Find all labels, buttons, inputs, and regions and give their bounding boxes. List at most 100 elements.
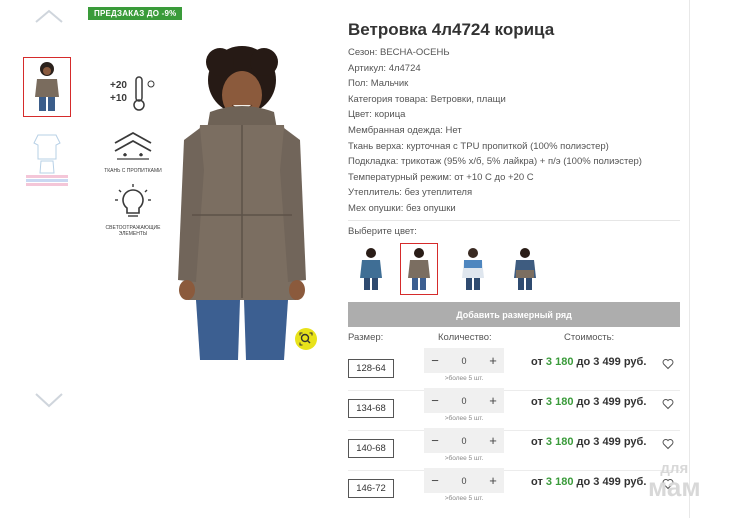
price-prefix: от <box>531 356 543 368</box>
attr-season: Сезон: ВЕСНА-ОСЕНЬ <box>348 47 450 58</box>
decrement-button[interactable]: − <box>424 393 446 408</box>
watermark-logo: для мам <box>648 461 701 502</box>
stock-note: >более 5 шт. <box>444 415 484 422</box>
price-min: 3 180 <box>545 396 574 408</box>
color-swatches <box>348 243 683 295</box>
size-header: Размер: <box>348 332 384 343</box>
increment-button[interactable]: + <box>482 473 504 488</box>
attr-temperature: Температурный режим: от +10 С до +20 С <box>348 171 534 183</box>
chevron-down-icon[interactable] <box>34 392 64 412</box>
price-max: 3 499 <box>593 396 621 408</box>
svg-text:+20: +20 <box>110 80 127 91</box>
price-mid: до <box>576 356 591 368</box>
size-value: 134-68 <box>348 399 394 418</box>
price-prefix: от <box>531 436 543 448</box>
thumbnail-product-photo[interactable] <box>23 57 71 117</box>
heart-icon[interactable] <box>662 358 674 370</box>
table-row: 146-72 − 0 + >более 5 шт. от 3 180 до 3 … <box>348 468 683 508</box>
attr-lining: Подкладка: трикотаж (95% х/б, 5% лайкра)… <box>348 156 642 168</box>
quantity-stepper: − 0 + <box>424 428 504 453</box>
quantity-stepper: − 0 + <box>424 348 504 373</box>
attr-article: Артикул: 4л4724 <box>348 62 421 74</box>
color-swatch-cinnamon[interactable] <box>400 243 438 295</box>
thumbnail-column <box>20 0 76 518</box>
price-currency: руб. <box>623 396 647 408</box>
price-range: от 3 180 до 3 499 руб. <box>531 396 646 408</box>
quantity-value[interactable]: 0 <box>446 436 482 446</box>
lightbulb-icon <box>115 184 151 217</box>
temperature-feature: +20 +10 <box>104 74 162 119</box>
price-max: 3 499 <box>593 476 621 488</box>
feature-icons: +20 +10 ТКАНЬ С ПРОПИТКАМИ СВЕТООТРАЖАЮЩ… <box>104 74 162 247</box>
table-row: 128-64 − 0 + >более 5 шт. от 3 180 до 3 … <box>348 348 683 391</box>
water-repellent-icon <box>114 131 152 160</box>
svg-text:+10: +10 <box>110 93 127 104</box>
size-value: 146-72 <box>348 479 394 498</box>
heart-icon[interactable] <box>662 438 674 450</box>
zoom-icon <box>299 332 313 346</box>
price-min: 3 180 <box>545 476 574 488</box>
stock-note: >более 5 шт. <box>444 495 484 502</box>
price-currency: руб. <box>623 436 647 448</box>
attr-outer-fabric: Ткань верха: курточная с TPU пропиткой (… <box>348 140 609 152</box>
stock-note: >более 5 шт. <box>444 455 484 462</box>
decrement-button[interactable]: − <box>424 473 446 488</box>
thermometer-icon: +20 +10 <box>110 76 155 111</box>
attr-color: Цвет: корица <box>348 109 406 121</box>
color-swatch-blue-brown[interactable] <box>506 243 544 295</box>
promo-badge: ПРЕДЗАКАЗ ДО -9% <box>88 7 183 20</box>
water-repellent-feature: ТКАНЬ С ПРОПИТКАМИ <box>104 129 162 174</box>
increment-button[interactable]: + <box>482 433 504 448</box>
add-size-row-button[interactable]: Добавить размерный ряд <box>348 302 680 327</box>
price-prefix: от <box>531 396 543 408</box>
decrement-button[interactable]: − <box>424 353 446 368</box>
price-max: 3 499 <box>593 356 621 368</box>
quantity-value[interactable]: 0 <box>446 476 482 486</box>
price-currency: руб. <box>623 356 647 368</box>
stock-note: >более 5 шт. <box>444 375 484 382</box>
quantity-stepper: − 0 + <box>424 388 504 413</box>
price-min: 3 180 <box>545 356 574 368</box>
price-mid: до <box>576 436 591 448</box>
decrement-button[interactable]: − <box>424 433 446 448</box>
attr-category: Категория товара: Ветровки, плащи <box>348 93 506 105</box>
table-row: 134-68 − 0 + >более 5 шт. от 3 180 до 3 … <box>348 388 683 431</box>
price-max: 3 499 <box>593 436 621 448</box>
price-mid: до <box>576 476 591 488</box>
size-value: 140-68 <box>348 439 394 458</box>
price-mid: до <box>576 396 591 408</box>
attr-insulation: Утеплитель: без утеплителя <box>348 187 473 199</box>
reflective-caption: СВЕТООТРАЖАЮЩИЕ ЭЛЕМЕНТЫ <box>105 225 161 237</box>
price-range: от 3 180 до 3 499 руб. <box>531 356 646 368</box>
price-prefix: от <box>531 476 543 488</box>
page-title: Ветровка 4л4724 корица <box>348 20 555 39</box>
price-range: от 3 180 до 3 499 руб. <box>531 476 646 488</box>
panel-border <box>689 0 690 518</box>
choose-color-label: Выберите цвет: <box>348 226 417 237</box>
increment-button[interactable]: + <box>482 353 504 368</box>
attr-membrane: Мембранная одежда: Нет <box>348 124 462 136</box>
quantity-value[interactable]: 0 <box>446 396 482 406</box>
price-range: от 3 180 до 3 499 руб. <box>531 436 646 448</box>
fabric-caption: ТКАНЬ С ПРОПИТКАМИ <box>104 168 162 174</box>
product-attributes: Сезон: ВЕСНА-ОСЕНЬ Артикул: 4л4724 Пол: … <box>348 45 642 217</box>
quantity-value[interactable]: 0 <box>446 356 482 366</box>
quantity-stepper: − 0 + <box>424 468 504 493</box>
heart-icon[interactable] <box>662 398 674 410</box>
color-swatch-blue[interactable] <box>352 243 390 295</box>
price-currency: руб. <box>623 476 647 488</box>
price-min: 3 180 <box>545 436 574 448</box>
watermark-line2: мам <box>648 471 701 502</box>
zoom-button[interactable] <box>295 328 317 350</box>
table-row: 140-68 − 0 + >более 5 шт. от 3 180 до 3 … <box>348 428 683 471</box>
thumbnail-size-chart[interactable] <box>23 128 71 188</box>
quantity-header: Количество: <box>438 332 492 343</box>
color-swatch-white-blue[interactable] <box>454 243 492 295</box>
price-header: Стоимость: <box>564 332 615 343</box>
reflective-feature: СВЕТООТРАЖАЮЩИЕ ЭЛЕМЕНТЫ <box>104 184 162 237</box>
attr-fur-trim: Мех опушки: без опушки <box>348 202 456 214</box>
increment-button[interactable]: + <box>482 393 504 408</box>
divider <box>348 220 680 221</box>
chevron-up-icon[interactable] <box>34 8 64 28</box>
size-value: 128-64 <box>348 359 394 378</box>
